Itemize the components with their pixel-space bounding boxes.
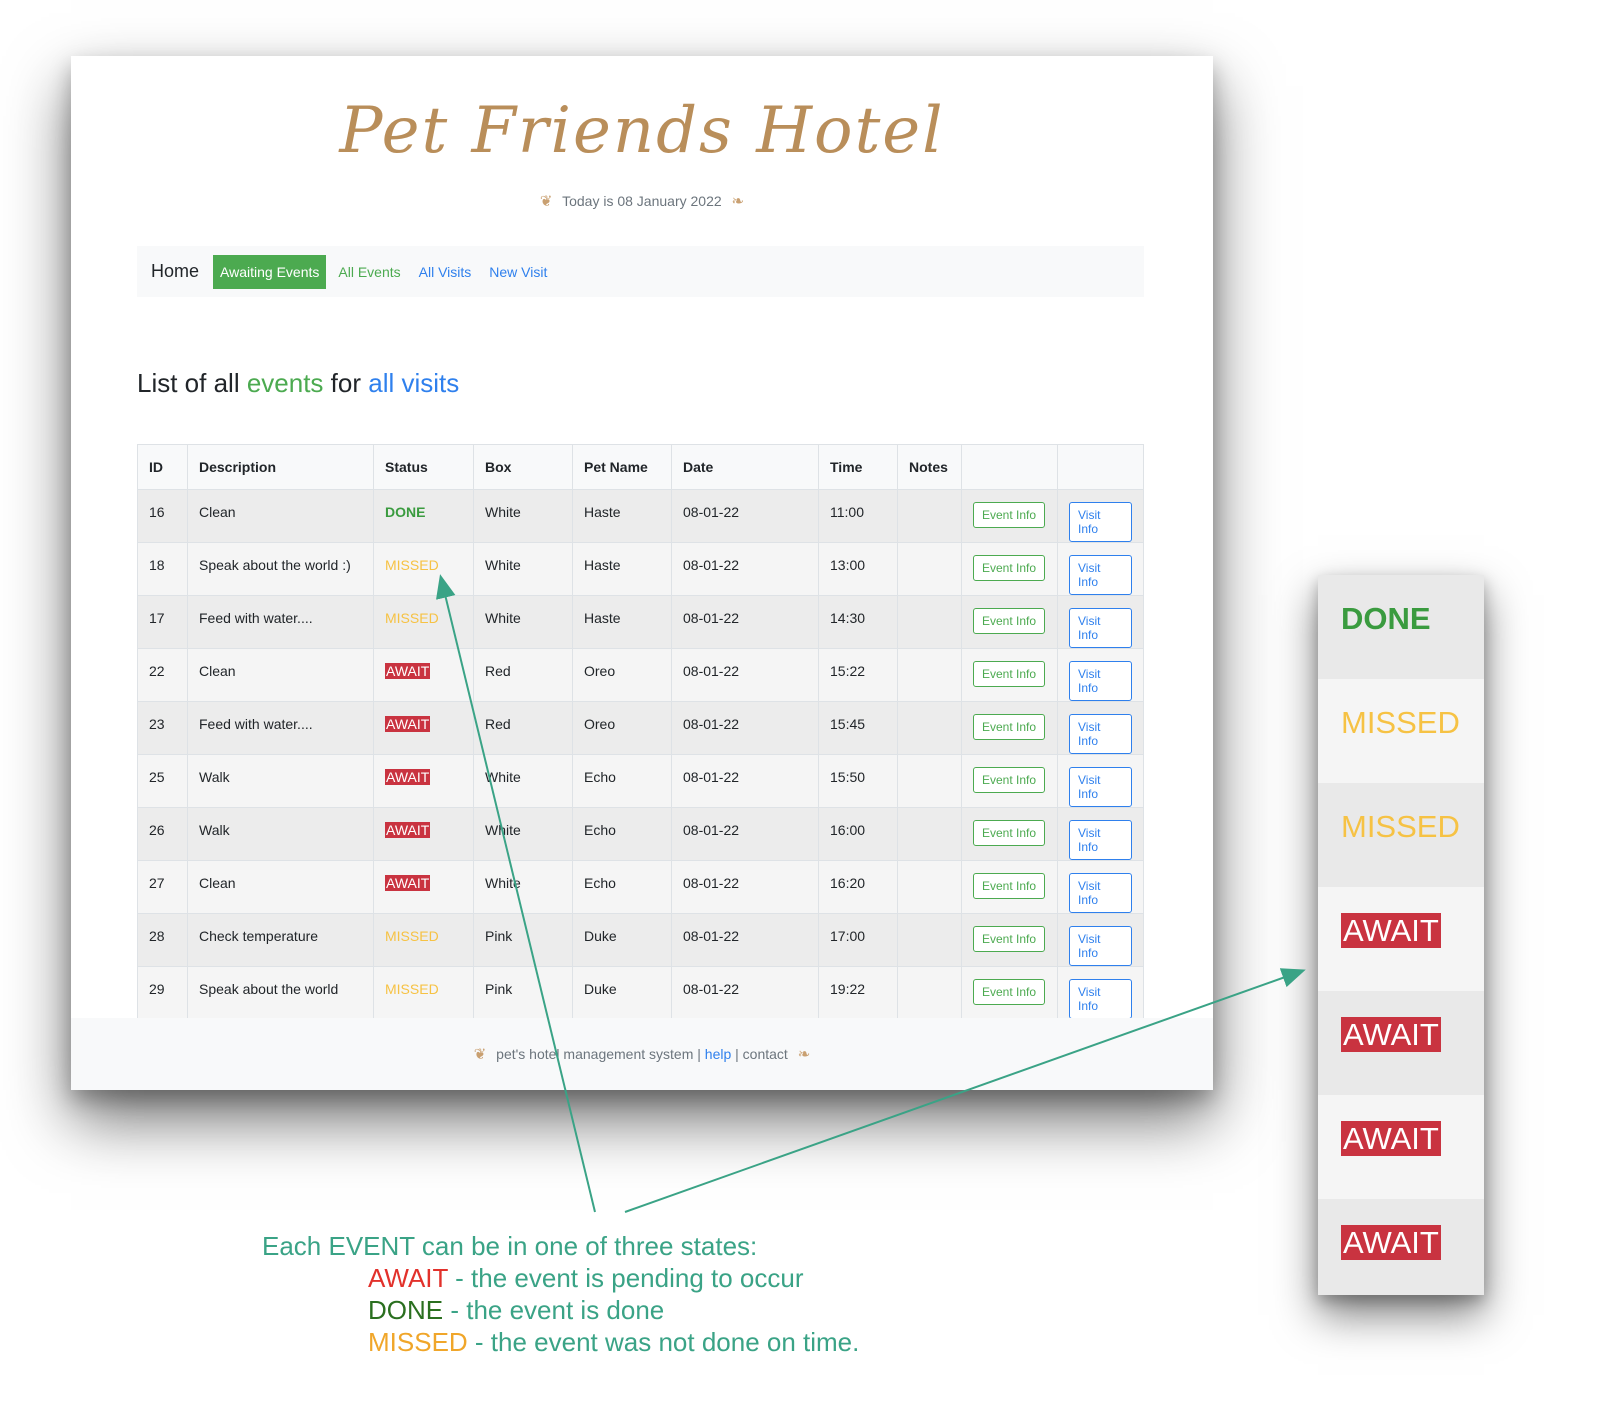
annotation-arrows xyxy=(436,574,1306,1213)
note-missed-key: MISSED xyxy=(368,1327,468,1357)
note-done-text: - the event is done xyxy=(443,1295,665,1325)
arrow-to-status-column xyxy=(436,574,596,1213)
note-intro: Each EVENT can be in one of three states… xyxy=(262,1231,758,1261)
note-await-line: AWAIT - the event is pending to occur xyxy=(262,1262,859,1294)
note-await-text: - the event is pending to occur xyxy=(447,1263,804,1293)
arrow-to-callout xyxy=(624,968,1306,1213)
note-missed-line: MISSED - the event was not done on time. xyxy=(262,1326,859,1358)
note-await-key: AWAIT xyxy=(368,1263,448,1293)
note-done-key: DONE xyxy=(368,1295,444,1325)
note-done-line: DONE - the event is done xyxy=(262,1294,859,1326)
status-legend-note: Each EVENT can be in one of three states… xyxy=(262,1230,859,1358)
note-missed-text: - the event was not done on time. xyxy=(467,1327,860,1357)
